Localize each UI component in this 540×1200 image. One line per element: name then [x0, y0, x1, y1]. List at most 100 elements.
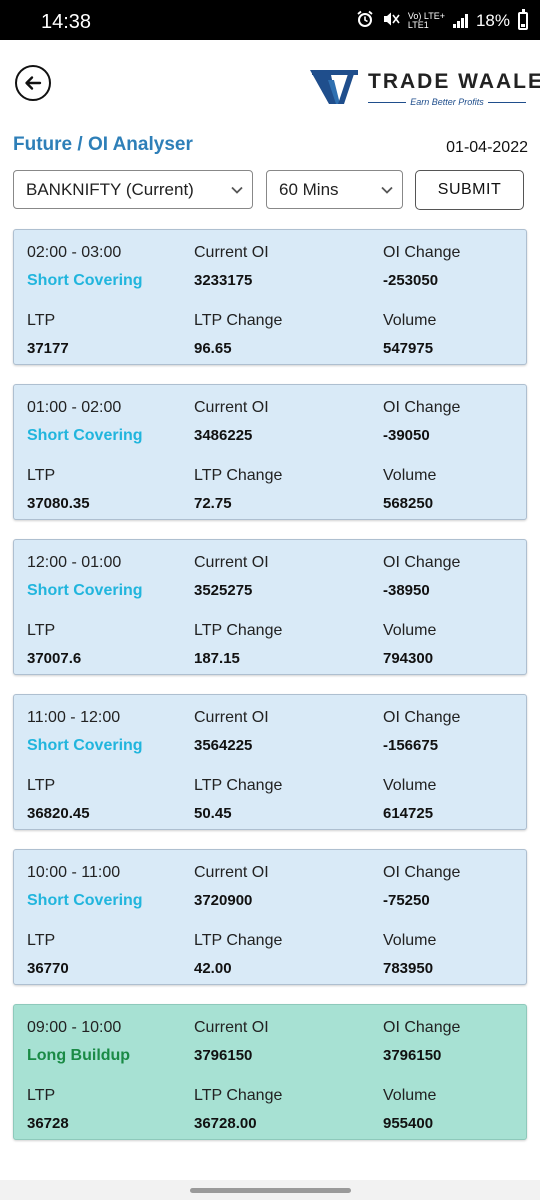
gesture-handle[interactable] — [190, 1188, 351, 1193]
time-range: 09:00 - 10:00 — [27, 1019, 122, 1036]
time-range: 01:00 - 02:00 — [27, 399, 122, 416]
current-oi-label: Current OI — [194, 1019, 269, 1036]
ltp-change-value: 50.45 — [194, 805, 232, 822]
oi-change-value: -38950 — [383, 582, 430, 599]
arrow-left-circle-icon — [25, 76, 42, 90]
brand-tagline: Earn Better Profits — [410, 97, 484, 107]
current-oi-label: Current OI — [194, 399, 269, 416]
current-oi-label: Current OI — [194, 709, 269, 726]
current-oi-label: Current OI — [194, 554, 269, 571]
title-row: Future / OI Analyser 01-04-2022 — [13, 134, 528, 160]
ltp-change-label: LTP Change — [194, 932, 283, 949]
interval-select-value: 60 Mins — [279, 179, 339, 199]
ltp-change-label: LTP Change — [194, 1087, 283, 1104]
brand-tagline-row: Earn Better Profits — [368, 96, 526, 108]
symbol-select[interactable]: BANKNIFTY (Current) — [13, 170, 253, 209]
oi-change-label: OI Change — [383, 864, 461, 881]
tagline-divider-left — [368, 101, 407, 103]
volume-value: 547975 — [383, 340, 434, 357]
chevron-down-icon — [381, 186, 393, 194]
signal-label: Long Buildup — [27, 1047, 131, 1064]
ltp-value: 37177 — [27, 340, 69, 357]
oi-change-value: 3796150 — [383, 1047, 442, 1064]
volume-value: 568250 — [383, 495, 434, 512]
ltp-change-value: 96.65 — [194, 340, 232, 357]
signal-label: Short Covering — [27, 892, 143, 909]
ltp-change-value: 36728.00 — [194, 1115, 257, 1132]
ltp-label: LTP — [27, 1087, 56, 1104]
ltp-value: 37080.35 — [27, 495, 90, 512]
current-oi-value: 3564225 — [194, 737, 253, 754]
volume-label: Volume — [383, 622, 437, 639]
volume-label: Volume — [383, 467, 437, 484]
ltp-label: LTP — [27, 622, 56, 639]
symbol-select-value: BANKNIFTY (Current) — [26, 179, 194, 199]
ltp-change-label: LTP Change — [194, 467, 283, 484]
volume-value: 955400 — [383, 1115, 434, 1132]
ltp-change-label: LTP Change — [194, 312, 283, 329]
volume-label: Volume — [383, 932, 437, 949]
status-bar: 14:38 Vo) LTE+ LTE1 18% — [0, 0, 540, 40]
signal-label: Short Covering — [27, 737, 143, 754]
current-oi-label: Current OI — [194, 244, 269, 261]
battery-percent: 18% — [475, 11, 510, 30]
alarm-icon — [356, 10, 374, 33]
oi-change-value: -75250 — [383, 892, 430, 909]
filter-row: BANKNIFTY (Current) 60 Mins SUBMIT — [13, 170, 524, 210]
oi-card: 02:00 - 03:00 Short Covering Current OI … — [13, 229, 527, 365]
oi-card: 10:00 - 11:00 Short Covering Current OI … — [13, 849, 527, 985]
page-date: 01-04-2022 — [446, 139, 528, 156]
brand-name: TRADE WAALE — [368, 70, 540, 93]
volume-label: Volume — [383, 1087, 437, 1104]
ltp-value: 37007.6 — [27, 650, 82, 667]
oi-card: 01:00 - 02:00 Short Covering Current OI … — [13, 384, 527, 520]
brand-logo: TRADE WAALE Earn Better Profits — [310, 68, 540, 108]
battery-icon — [518, 9, 528, 30]
volume-value: 783950 — [383, 960, 434, 977]
current-oi-value: 3796150 — [194, 1047, 253, 1064]
time-range: 10:00 - 11:00 — [27, 864, 121, 881]
oi-change-label: OI Change — [383, 399, 461, 416]
ltp-change-value: 42.00 — [194, 960, 232, 977]
oi-change-label: OI Change — [383, 554, 461, 571]
oi-change-value: -253050 — [383, 272, 439, 289]
mute-icon — [382, 10, 400, 33]
oi-card: 11:00 - 12:00 Short Covering Current OI … — [13, 694, 527, 830]
ltp-change-value: 72.75 — [194, 495, 232, 512]
status-time: 14:38 — [41, 11, 92, 33]
ltp-label: LTP — [27, 777, 56, 794]
time-range: 12:00 - 01:00 — [27, 554, 122, 571]
ltp-change-label: LTP Change — [194, 622, 283, 639]
ltp-value: 36728 — [27, 1115, 69, 1132]
current-oi-value: 3525275 — [194, 582, 253, 599]
ltp-change-value: 187.15 — [194, 650, 240, 667]
signal-label: Short Covering — [27, 582, 143, 599]
ltp-label: LTP — [27, 467, 56, 484]
signal-label: Short Covering — [27, 427, 143, 444]
ltp-label: LTP — [27, 312, 56, 329]
ltp-value: 36770 — [27, 960, 69, 977]
trade-waale-logo-icon — [310, 70, 358, 104]
signal-icon — [452, 14, 468, 28]
oi-card: 12:00 - 01:00 Short Covering Current OI … — [13, 539, 527, 675]
back-button[interactable] — [15, 65, 51, 101]
oi-change-value: -39050 — [383, 427, 430, 444]
submit-button[interactable]: SUBMIT — [415, 170, 524, 210]
status-icons: Vo) LTE+ LTE1 18% — [356, 9, 528, 33]
time-range: 11:00 - 12:00 — [27, 709, 121, 726]
time-range: 02:00 - 03:00 — [27, 244, 122, 261]
current-oi-value: 3486225 — [194, 427, 253, 444]
volume-label: Volume — [383, 777, 437, 794]
oi-change-label: OI Change — [383, 244, 461, 261]
oi-card: 09:00 - 10:00 Long Buildup Current OI 37… — [13, 1004, 527, 1140]
interval-select[interactable]: 60 Mins — [266, 170, 403, 209]
ltp-value: 36820.45 — [27, 805, 90, 822]
oi-change-label: OI Change — [383, 709, 461, 726]
oi-change-value: -156675 — [383, 737, 439, 754]
app-header: TRADE WAALE Earn Better Profits — [0, 40, 540, 124]
volume-label: Volume — [383, 312, 437, 329]
network-type-bottom: LTE1 — [407, 20, 429, 30]
network-type: Vo) LTE+ LTE1 — [408, 12, 445, 30]
navigation-gesture-bar — [0, 1180, 540, 1200]
signal-label: Short Covering — [27, 272, 143, 289]
